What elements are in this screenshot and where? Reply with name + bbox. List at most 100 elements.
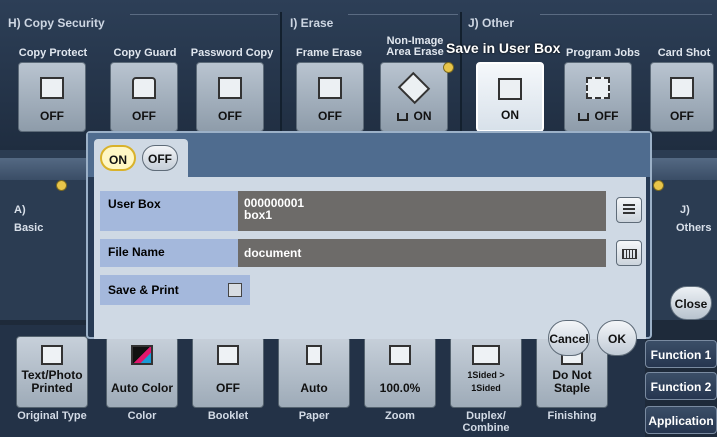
save-and-print-checkbox[interactable] [228, 283, 242, 297]
program-jobs-label: Program Jobs [566, 47, 640, 59]
finishing-value: Do Not Staple [552, 368, 592, 395]
non-image-erase-button[interactable]: ON [380, 62, 448, 132]
paper-caption: Paper [298, 410, 330, 422]
copy-guard-icon [132, 77, 156, 99]
zoom-icon [389, 345, 411, 365]
function-2-button[interactable]: Function 2 [645, 372, 717, 400]
password-copy-value: OFF [218, 109, 242, 123]
user-box-field[interactable]: 000000001 box1 [238, 191, 606, 231]
copy-guard-value: OFF [132, 109, 156, 123]
frame-erase-label: Frame Erase [295, 47, 363, 59]
group-erase-label: I) Erase [290, 16, 334, 30]
list-icon [623, 204, 635, 216]
divider [348, 14, 458, 15]
finishing-caption: Finishing [547, 410, 597, 422]
close-button[interactable]: Close [670, 286, 712, 320]
basic-tab-label[interactable]: Basic [14, 222, 43, 234]
color-button[interactable]: Auto Color [106, 336, 178, 408]
non-image-erase-icon [397, 71, 431, 105]
program-jobs-value: OFF [594, 109, 619, 123]
group-copy-security-label: H) Copy Security [8, 16, 105, 30]
keyboard-button[interactable] [616, 240, 642, 266]
frame-erase-icon [318, 77, 342, 99]
file-name-field[interactable]: document [238, 239, 606, 267]
tray-icon [577, 112, 589, 121]
divider [130, 14, 278, 15]
file-name-label: File Name [100, 239, 238, 267]
user-box-name: box1 [244, 208, 273, 222]
save-in-user-box-callout: Save in User Box [446, 40, 561, 56]
tray-icon [396, 112, 408, 121]
user-box-label: User Box [100, 191, 238, 231]
save-and-print-label: Save & Print [108, 283, 179, 297]
copy-protect-button[interactable]: OFF [18, 62, 86, 132]
duplex-combine-button[interactable]: 1Sided > 1Sided [450, 336, 522, 408]
others-tab-letter: J) [680, 204, 690, 216]
zoom-caption: Zoom [385, 410, 415, 422]
dialog-body: User Box 000000001 box1 File Name docume… [94, 177, 646, 339]
non-image-erase-value: ON [413, 109, 432, 123]
card-shot-value: OFF [670, 109, 694, 123]
user-box-number: 000000001 [244, 196, 305, 210]
card-shot-icon [670, 77, 694, 99]
user-box-list-button[interactable] [616, 197, 642, 223]
divider [280, 12, 282, 132]
password-copy-button[interactable]: OFF [196, 62, 264, 132]
booklet-icon [217, 345, 239, 365]
original-type-button[interactable]: Text/Photo Printed [16, 336, 88, 408]
original-type-caption: Original Type [17, 410, 87, 422]
card-shot-button[interactable]: OFF [650, 62, 714, 132]
ok-button[interactable]: OK [597, 320, 637, 356]
paper-button[interactable]: Auto [278, 336, 350, 408]
booklet-button[interactable]: OFF [192, 336, 264, 408]
save-in-user-box-value: ON [501, 108, 519, 122]
group-other-label: J) Other [468, 16, 515, 30]
cancel-button[interactable]: Cancel [548, 320, 590, 356]
on-button[interactable]: ON [100, 145, 136, 171]
program-jobs-icon [586, 77, 610, 99]
frame-erase-button[interactable]: OFF [296, 62, 364, 132]
divider [460, 12, 462, 132]
program-jobs-button[interactable]: OFF [564, 62, 632, 132]
original-type-icon [41, 345, 63, 365]
non-image-erase-label: Non-Image Area Erase [386, 35, 444, 58]
color-icon [131, 345, 153, 365]
duplex-value: 1Sided > 1Sided [467, 370, 505, 393]
duplex-icon [472, 345, 500, 365]
password-copy-label: Password Copy [190, 47, 274, 59]
off-button[interactable]: OFF [142, 145, 178, 171]
save-in-user-box-dialog: ON OFF User Box 000000001 box1 File Name… [86, 131, 652, 339]
function-panel: H) Copy Security I) Erase J) Other Copy … [0, 0, 717, 150]
basic-tab-letter: A) [14, 204, 26, 216]
others-tab-label[interactable]: Others [676, 222, 711, 234]
save-and-print-row[interactable]: Save & Print [100, 275, 250, 305]
original-type-value: Text/Photo Printed [21, 368, 83, 395]
color-caption: Color [127, 410, 157, 422]
dialog-header: ON OFF [88, 133, 650, 177]
on-off-toggle: ON OFF [94, 139, 188, 177]
copy-protect-label: Copy Protect [18, 47, 88, 59]
color-value: Auto Color [111, 381, 173, 395]
keyboard-icon [622, 249, 637, 259]
password-copy-icon [218, 77, 242, 99]
zoom-value: 100.0% [379, 381, 421, 395]
copy-guard-label: Copy Guard [113, 47, 177, 59]
duplex-caption: Duplex/ Combine [462, 410, 510, 434]
save-in-user-box-button[interactable]: ON [476, 62, 544, 132]
copy-guard-button[interactable]: OFF [110, 62, 178, 132]
copy-protect-icon [40, 77, 64, 99]
copy-protect-value: OFF [40, 109, 64, 123]
booklet-caption: Booklet [207, 410, 249, 422]
card-shot-label: Card Shot [657, 47, 711, 59]
scroll-indicator-icon [653, 180, 664, 191]
booklet-value: OFF [216, 381, 240, 395]
divider [540, 14, 712, 15]
scroll-indicator-icon [56, 180, 67, 191]
zoom-button[interactable]: 100.0% [364, 336, 436, 408]
paper-icon [306, 345, 322, 365]
application-button[interactable]: Application [645, 406, 717, 434]
frame-erase-value: OFF [318, 109, 342, 123]
function-1-button[interactable]: Function 1 [645, 340, 717, 368]
paper-value: Auto [300, 381, 328, 395]
help-indicator-icon [443, 62, 454, 73]
